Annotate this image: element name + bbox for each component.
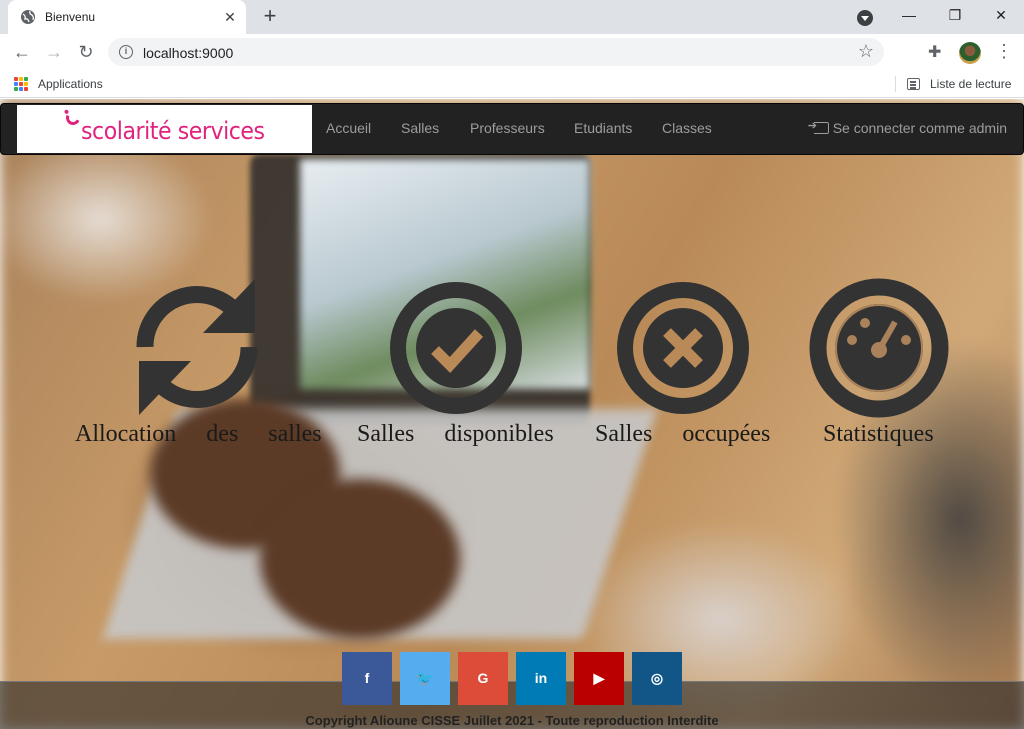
- youtube-button[interactable]: ▶: [574, 652, 624, 705]
- browser-tab[interactable]: Bienvenu ✕: [8, 0, 246, 34]
- forward-arrow-icon[interactable]: →: [42, 40, 66, 64]
- site-info-icon[interactable]: i: [119, 45, 133, 59]
- facebook-icon: f: [364, 670, 370, 686]
- brand-mark-icon: [64, 109, 82, 127]
- address-bar[interactable]: i localhost:9000 ☆: [108, 38, 884, 66]
- brand-logo[interactable]: scolarité services: [17, 105, 312, 153]
- globe-icon: [21, 10, 35, 24]
- feature-statistics[interactable]: [809, 278, 949, 418]
- page-viewport: scolarité services Accueil Salles Profes…: [0, 99, 1024, 729]
- google-button[interactable]: G: [458, 652, 508, 705]
- new-tab-button[interactable]: +: [258, 5, 282, 29]
- refresh-icon: [136, 279, 258, 415]
- twitter-button[interactable]: 🐦: [400, 652, 450, 705]
- linkedin-button[interactable]: in: [516, 652, 566, 705]
- bookmarks-divider: [895, 76, 896, 92]
- youtube-icon: ▶: [593, 670, 605, 686]
- feature-label-available[interactable]: Salles disponibles: [357, 421, 554, 448]
- bookmark-applications[interactable]: Applications: [38, 77, 103, 91]
- profile-avatar[interactable]: [959, 42, 981, 64]
- admin-login-label: Se connecter comme admin: [832, 120, 1007, 136]
- reading-list-button[interactable]: Liste de lecture: [930, 77, 1011, 91]
- background-hand-right: [260, 479, 460, 639]
- footer-copyright: Copyright Alioune CISSE Juillet 2021 - T…: [305, 713, 719, 728]
- times-circle-icon: [617, 282, 749, 414]
- minimize-button[interactable]: —: [895, 4, 923, 26]
- nav-link-etudiants[interactable]: Etudiants: [574, 120, 632, 136]
- reading-list-icon[interactable]: [907, 78, 920, 90]
- close-window-button[interactable]: ✕: [987, 4, 1015, 26]
- google-icon: G: [477, 670, 489, 686]
- feature-label-allocation[interactable]: Allocation des salles: [75, 421, 322, 448]
- restore-button[interactable]: ❐: [941, 4, 969, 26]
- dashboard-icon: [809, 278, 949, 418]
- browser-menu-icon[interactable]: ⋮: [995, 42, 1013, 62]
- feature-available-rooms[interactable]: [388, 280, 524, 416]
- admin-login-link[interactable]: Se connecter comme admin: [808, 119, 1007, 136]
- feature-occupied-rooms[interactable]: [615, 280, 751, 416]
- instagram-button[interactable]: ◎: [632, 652, 682, 705]
- nav-link-salles[interactable]: Salles: [401, 120, 439, 136]
- apps-grid-icon[interactable]: [14, 77, 28, 91]
- feature-allocation[interactable]: [125, 277, 269, 417]
- reload-icon[interactable]: ↻: [74, 40, 98, 64]
- linkedin-icon: in: [534, 670, 548, 686]
- brand-name: scolarité services: [81, 117, 265, 145]
- tab-search-icon[interactable]: [857, 10, 873, 26]
- url-text[interactable]: localhost:9000: [143, 45, 233, 61]
- bookmark-star-icon[interactable]: ☆: [858, 41, 874, 62]
- nav-link-professeurs[interactable]: Professeurs: [470, 120, 545, 136]
- extensions-icon[interactable]: ✚: [928, 42, 941, 62]
- login-icon: [808, 119, 829, 134]
- facebook-button[interactable]: f: [342, 652, 392, 705]
- check-circle-icon: [390, 282, 522, 414]
- browser-toolbar: ← → ↻ i localhost:9000 ☆: [0, 34, 1024, 70]
- tab-title: Bienvenu: [45, 10, 96, 24]
- tab-close-icon[interactable]: ✕: [222, 9, 238, 25]
- twitter-icon: 🐦: [416, 670, 434, 686]
- site-navbar: scolarité services Accueil Salles Profes…: [0, 103, 1024, 155]
- back-arrow-icon[interactable]: ←: [10, 40, 34, 64]
- instagram-icon: ◎: [650, 670, 664, 686]
- nav-link-accueil[interactable]: Accueil: [326, 120, 371, 136]
- feature-label-occupied[interactable]: Salles occupées: [595, 421, 770, 448]
- browser-tab-bar: Bienvenu ✕ + — ❐ ✕: [0, 0, 1024, 34]
- feature-label-statistics[interactable]: Statistiques: [823, 421, 934, 448]
- nav-link-classes[interactable]: Classes: [662, 120, 712, 136]
- bookmarks-bar: Applications Liste de lecture: [0, 70, 1024, 98]
